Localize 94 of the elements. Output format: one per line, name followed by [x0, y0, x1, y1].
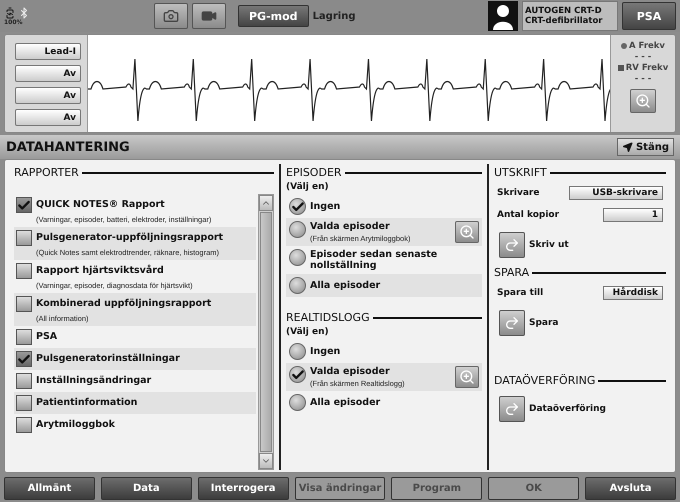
- report-label: PSA: [36, 330, 58, 344]
- checkbox[interactable]: [16, 263, 32, 279]
- checkbox[interactable]: [16, 329, 32, 345]
- lead-button[interactable]: Av: [15, 65, 81, 82]
- checkbox[interactable]: [16, 296, 32, 312]
- option-label: Alla episoder: [310, 396, 380, 408]
- rate-label: A Frekv: [621, 41, 665, 51]
- section-title: REALTIDSLOGG: [286, 311, 370, 324]
- report-label: Kombinerad uppföljningsrapport: [36, 297, 212, 311]
- scroll-thumb[interactable]: [260, 212, 272, 452]
- rate-value: - - -: [634, 74, 652, 84]
- option-label: Alla episoder: [310, 280, 380, 290]
- lead-button[interactable]: Lead-I: [15, 43, 81, 60]
- storage-label: Lagring: [312, 10, 356, 22]
- report-label: Patientinformation: [36, 396, 138, 410]
- section-title: DATAÖVERFÖRING: [494, 374, 596, 387]
- radio-button[interactable]: [289, 249, 306, 266]
- zoom-icon: [635, 93, 651, 109]
- forward-button[interactable]: [499, 310, 525, 336]
- pointer-icon: [622, 141, 634, 153]
- section-title: RAPPORTER: [14, 166, 79, 179]
- checkbox[interactable]: [16, 373, 32, 389]
- rate-label: RV Frekv: [618, 63, 668, 73]
- radio-button[interactable]: [289, 221, 306, 238]
- check-icon: [290, 200, 304, 214]
- bluetooth-icon: [18, 6, 30, 18]
- battery-icon: [4, 6, 16, 18]
- report-label: Rapport hjärtsviktsvård: [36, 264, 165, 278]
- zoom-icon: [459, 369, 475, 385]
- arrow-icon: [504, 315, 520, 331]
- psa-button[interactable]: PSA: [622, 2, 676, 30]
- report-label: Pulsgenerator-uppföljningsrapport: [36, 231, 224, 245]
- nav-button[interactable]: Allmänt: [4, 477, 95, 500]
- zoom-button[interactable]: [455, 221, 479, 243]
- scroll-down-button[interactable]: [259, 453, 273, 469]
- camera-button[interactable]: [154, 3, 188, 29]
- forward-button[interactable]: [499, 232, 525, 258]
- option-label: Ingen: [310, 200, 340, 212]
- section-title: EPISODER: [286, 166, 342, 179]
- check-icon: [290, 368, 304, 382]
- action-label: Dataöverföring: [529, 404, 606, 414]
- zoom-icon: [459, 224, 475, 240]
- person-icon: [488, 1, 518, 31]
- action-label: Skriv ut: [529, 240, 569, 250]
- video-button[interactable]: [192, 3, 226, 29]
- report-label: Arytmiloggbok: [36, 418, 115, 432]
- device-name: AUTOGEN CRT-D: [525, 6, 603, 16]
- hint-text: (Välj en): [286, 327, 330, 337]
- checkbox[interactable]: [16, 197, 32, 213]
- device-type: CRT-defibrillator: [525, 16, 604, 26]
- checkbox[interactable]: [16, 395, 32, 411]
- nav-button[interactable]: Interrogera: [198, 477, 289, 500]
- option-label: Episoder sedan senaste nollställning: [310, 249, 438, 271]
- radio-button[interactable]: [289, 198, 306, 215]
- checkbox[interactable]: [16, 417, 32, 433]
- arrow-icon: [504, 401, 520, 417]
- lead-button[interactable]: Av: [15, 87, 81, 104]
- value-button[interactable]: 1: [603, 208, 663, 222]
- camera-icon: [163, 8, 179, 24]
- value-button[interactable]: Hårddisk: [603, 286, 663, 300]
- nav-button[interactable]: Avsluta: [585, 477, 676, 500]
- checkbox[interactable]: [16, 351, 32, 367]
- nav-button[interactable]: Data: [100, 477, 192, 500]
- option-label: Valda episoder: [310, 366, 391, 377]
- scroll-up-button[interactable]: [259, 195, 273, 211]
- radio-button[interactable]: [289, 343, 306, 360]
- radio-button[interactable]: [289, 394, 306, 411]
- option-label: Ingen: [310, 346, 340, 356]
- value-button[interactable]: USB-skrivare: [569, 186, 663, 200]
- section-title: SPARA: [494, 266, 530, 279]
- option-label: Valda episoder: [310, 221, 391, 232]
- radio-button[interactable]: [289, 277, 306, 294]
- dot-icon: [621, 43, 628, 49]
- mode-button[interactable]: PG-mod: [238, 5, 309, 27]
- forward-button[interactable]: [499, 396, 525, 422]
- zoom-button[interactable]: [455, 366, 479, 388]
- field-label: Antal kopior: [497, 210, 560, 220]
- arrow-icon: [504, 237, 520, 253]
- hint-text: (Välj en): [286, 182, 330, 192]
- zoom-button[interactable]: [630, 89, 656, 113]
- action-label: Spara: [529, 318, 559, 328]
- lead-button[interactable]: Av: [15, 109, 81, 126]
- checkbox[interactable]: [16, 230, 32, 246]
- report-label: Inställningsändringar: [36, 374, 152, 388]
- rate-value: - - -: [634, 52, 652, 62]
- report-label: Pulsgeneratorinställningar: [36, 352, 180, 366]
- panel-title: DATAHANTERING: [6, 140, 130, 154]
- report-label: QUICK NOTES® Rapport: [36, 198, 166, 212]
- section-title: UTSKRIFT: [494, 166, 547, 179]
- field-label: Skrivare: [497, 188, 540, 198]
- radio-button[interactable]: [289, 366, 306, 383]
- field-label: Spara till: [497, 288, 544, 298]
- square-icon: [618, 65, 624, 71]
- close-button[interactable]: Stäng: [616, 138, 674, 156]
